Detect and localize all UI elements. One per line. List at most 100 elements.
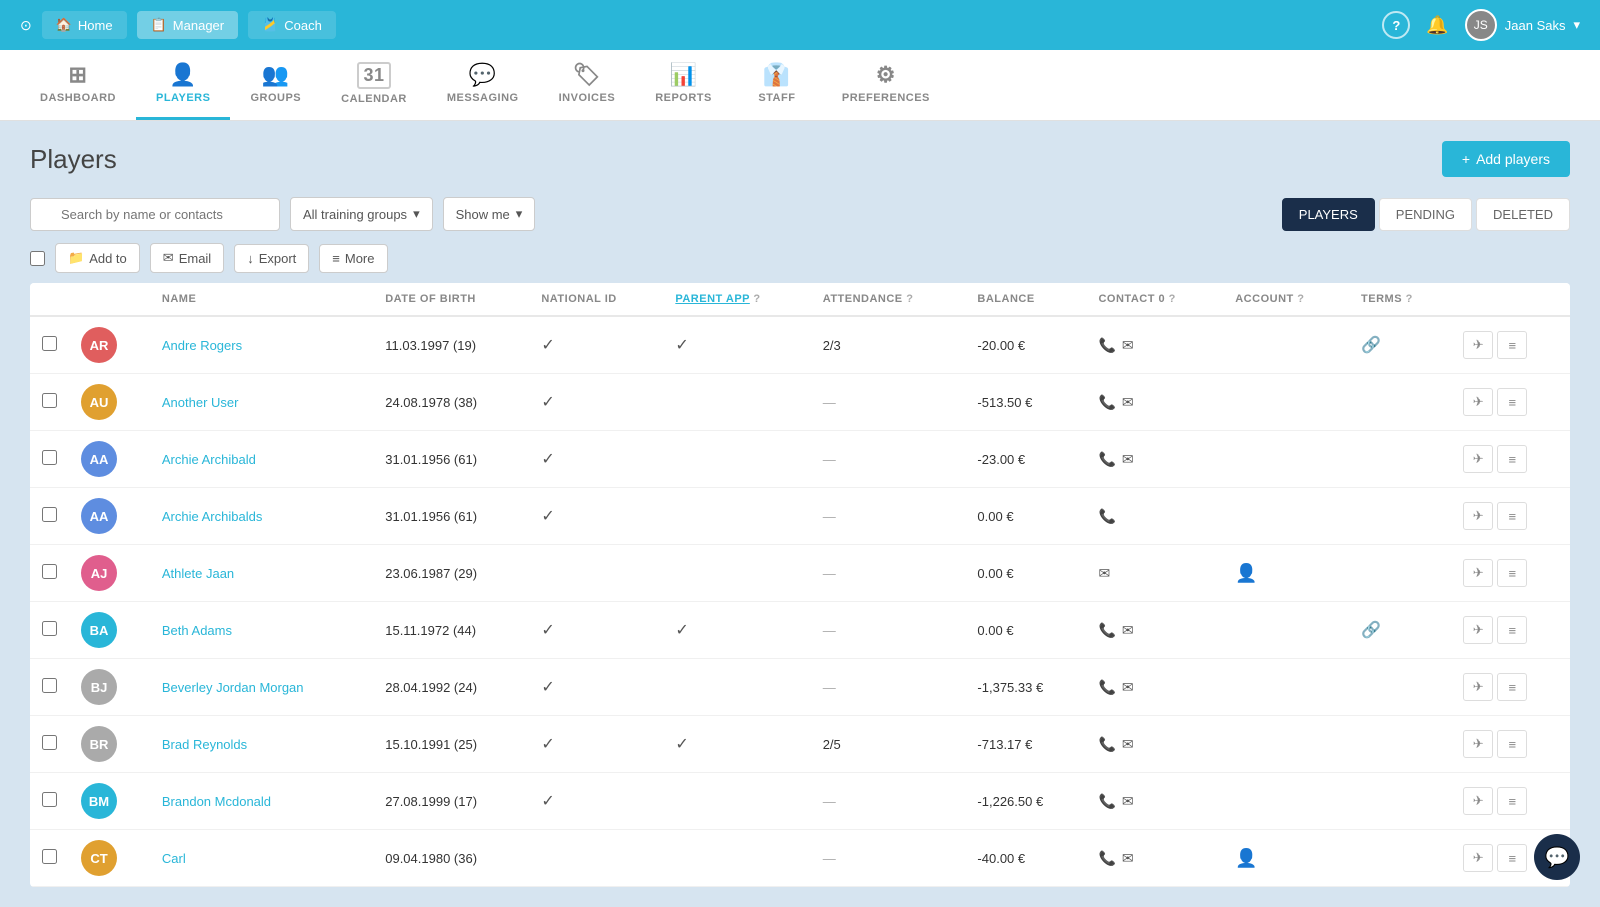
menu-button[interactable]: ≡ bbox=[1497, 730, 1527, 758]
menu-button[interactable]: ≡ bbox=[1497, 502, 1527, 530]
tab-deleted[interactable]: DELETED bbox=[1476, 198, 1570, 231]
player-name[interactable]: Beverley Jordan Morgan bbox=[162, 680, 304, 695]
sidebar-item-groups[interactable]: 👥 GROUPS bbox=[230, 50, 321, 120]
player-name[interactable]: Athlete Jaan bbox=[162, 566, 234, 581]
row-checkbox[interactable] bbox=[42, 792, 57, 807]
email-icon[interactable]: ✉ bbox=[1122, 622, 1134, 639]
sidebar-item-reports[interactable]: 📊 REPORTS bbox=[635, 50, 732, 120]
row-checkbox[interactable] bbox=[42, 450, 57, 465]
main-content: Players + Add players All training group… bbox=[0, 121, 1600, 907]
more-button[interactable]: ≡ More bbox=[319, 244, 387, 273]
row-checkbox[interactable] bbox=[42, 621, 57, 636]
tab-pending[interactable]: PENDING bbox=[1379, 198, 1472, 231]
tab-players[interactable]: PLAYERS bbox=[1282, 198, 1375, 231]
email-icon: ✉ bbox=[163, 250, 174, 266]
email-button[interactable]: ✉ Email bbox=[150, 243, 224, 273]
menu-button[interactable]: ≡ bbox=[1497, 559, 1527, 587]
row-checkbox[interactable] bbox=[42, 678, 57, 693]
sidebar-item-preferences[interactable]: ⚙ PREFERENCES bbox=[822, 50, 950, 120]
notifications-icon[interactable]: 🔔 bbox=[1426, 15, 1448, 36]
manager-label: Manager bbox=[173, 18, 224, 33]
email-icon[interactable]: ✉ bbox=[1122, 394, 1134, 411]
sidebar-item-calendar[interactable]: 31 CALENDAR bbox=[321, 50, 427, 120]
menu-button[interactable]: ≡ bbox=[1497, 844, 1527, 872]
row-actions: ✈≡ bbox=[1463, 331, 1558, 359]
email-icon[interactable]: ✉ bbox=[1122, 451, 1134, 468]
email-icon[interactable]: ✉ bbox=[1122, 736, 1134, 753]
player-name[interactable]: Andre Rogers bbox=[162, 338, 242, 353]
menu-button[interactable]: ≡ bbox=[1497, 616, 1527, 644]
table-row: CTCarl09.04.1980 (36)—-40.00 €📞✉👤✈≡ bbox=[30, 830, 1570, 887]
player-name[interactable]: Beth Adams bbox=[162, 623, 232, 638]
send-button[interactable]: ✈ bbox=[1463, 331, 1493, 359]
phone-icon[interactable]: 📞 bbox=[1098, 679, 1115, 696]
show-me-dropdown[interactable]: Show me ▾ bbox=[443, 197, 536, 231]
phone-icon[interactable]: 📞 bbox=[1098, 850, 1115, 867]
email-icon[interactable]: ✉ bbox=[1122, 850, 1134, 867]
phone-icon[interactable]: 📞 bbox=[1098, 394, 1115, 411]
coach-button[interactable]: 🎽 Coach bbox=[248, 11, 336, 39]
th-terms: TERMS ? bbox=[1349, 283, 1451, 316]
phone-icon[interactable]: 📞 bbox=[1098, 337, 1115, 354]
add-to-button[interactable]: 📁 Add to bbox=[55, 243, 140, 273]
search-input[interactable] bbox=[30, 198, 280, 231]
player-name[interactable]: Another User bbox=[162, 395, 239, 410]
parent-app-link[interactable]: PARENT APP bbox=[675, 293, 749, 305]
player-name[interactable]: Carl bbox=[162, 851, 186, 866]
user-info[interactable]: JS Jaan Saks ▾ bbox=[1465, 9, 1580, 41]
row-checkbox[interactable] bbox=[42, 393, 57, 408]
send-button[interactable]: ✈ bbox=[1463, 445, 1493, 473]
row-checkbox[interactable] bbox=[42, 735, 57, 750]
phone-icon[interactable]: 📞 bbox=[1098, 793, 1115, 810]
send-button[interactable]: ✈ bbox=[1463, 502, 1493, 530]
menu-button[interactable]: ≡ bbox=[1497, 673, 1527, 701]
player-balance: -1,375.33 € bbox=[965, 659, 1086, 716]
menu-button[interactable]: ≡ bbox=[1497, 445, 1527, 473]
player-name[interactable]: Brad Reynolds bbox=[162, 737, 247, 752]
phone-icon[interactable]: 📞 bbox=[1098, 451, 1115, 468]
menu-button[interactable]: ≡ bbox=[1497, 331, 1527, 359]
check-national-id: ✓ bbox=[541, 679, 554, 696]
sidebar-item-messaging[interactable]: 💬 MESSAGING bbox=[427, 50, 539, 120]
chevron-down-icon: ▾ bbox=[1573, 17, 1580, 33]
email-icon[interactable]: ✉ bbox=[1098, 565, 1110, 582]
email-icon[interactable]: ✉ bbox=[1122, 679, 1134, 696]
menu-button[interactable]: ≡ bbox=[1497, 787, 1527, 815]
link-icon: 🔗 bbox=[1361, 622, 1381, 639]
send-button[interactable]: ✈ bbox=[1463, 787, 1493, 815]
row-checkbox[interactable] bbox=[42, 336, 57, 351]
th-avatar bbox=[69, 283, 150, 316]
help-icon[interactable]: ? bbox=[1382, 11, 1410, 39]
row-checkbox[interactable] bbox=[42, 507, 57, 522]
menu-button[interactable]: ≡ bbox=[1497, 388, 1527, 416]
sidebar-item-dashboard[interactable]: ⊞ DASHBOARD bbox=[20, 50, 136, 120]
player-name[interactable]: Archie Archibald bbox=[162, 452, 256, 467]
send-button[interactable]: ✈ bbox=[1463, 388, 1493, 416]
send-button[interactable]: ✈ bbox=[1463, 673, 1493, 701]
email-icon[interactable]: ✉ bbox=[1122, 337, 1134, 354]
email-icon[interactable]: ✉ bbox=[1122, 793, 1134, 810]
row-checkbox[interactable] bbox=[42, 849, 57, 864]
player-dob: 11.03.1997 (19) bbox=[373, 316, 529, 374]
player-name[interactable]: Brandon Mcdonald bbox=[162, 794, 271, 809]
select-all-checkbox[interactable] bbox=[30, 251, 45, 266]
send-button[interactable]: ✈ bbox=[1463, 730, 1493, 758]
sidebar-item-invoices[interactable]: 🏷 INVOICES bbox=[539, 50, 636, 120]
chat-bubble-button[interactable]: 💬 bbox=[1534, 834, 1580, 880]
send-button[interactable]: ✈ bbox=[1463, 559, 1493, 587]
training-groups-dropdown[interactable]: All training groups ▾ bbox=[290, 197, 433, 231]
send-button[interactable]: ✈ bbox=[1463, 616, 1493, 644]
phone-icon[interactable]: 📞 bbox=[1098, 736, 1115, 753]
sidebar-item-players[interactable]: 👤 PLAYERS bbox=[136, 50, 230, 120]
phone-icon[interactable]: 📞 bbox=[1098, 508, 1115, 525]
phone-icon[interactable]: 📞 bbox=[1098, 622, 1115, 639]
home-button[interactable]: 🏠 Home bbox=[42, 11, 127, 39]
export-button[interactable]: ↓ Export bbox=[234, 244, 309, 273]
player-name[interactable]: Archie Archibalds bbox=[162, 509, 262, 524]
manager-button[interactable]: 📋 Manager bbox=[137, 11, 239, 39]
sidebar-item-staff[interactable]: 👔 STAFF bbox=[732, 50, 822, 120]
send-icon: ✈ bbox=[1473, 736, 1484, 752]
send-button[interactable]: ✈ bbox=[1463, 844, 1493, 872]
row-checkbox[interactable] bbox=[42, 564, 57, 579]
add-players-button[interactable]: + Add players bbox=[1442, 141, 1570, 177]
